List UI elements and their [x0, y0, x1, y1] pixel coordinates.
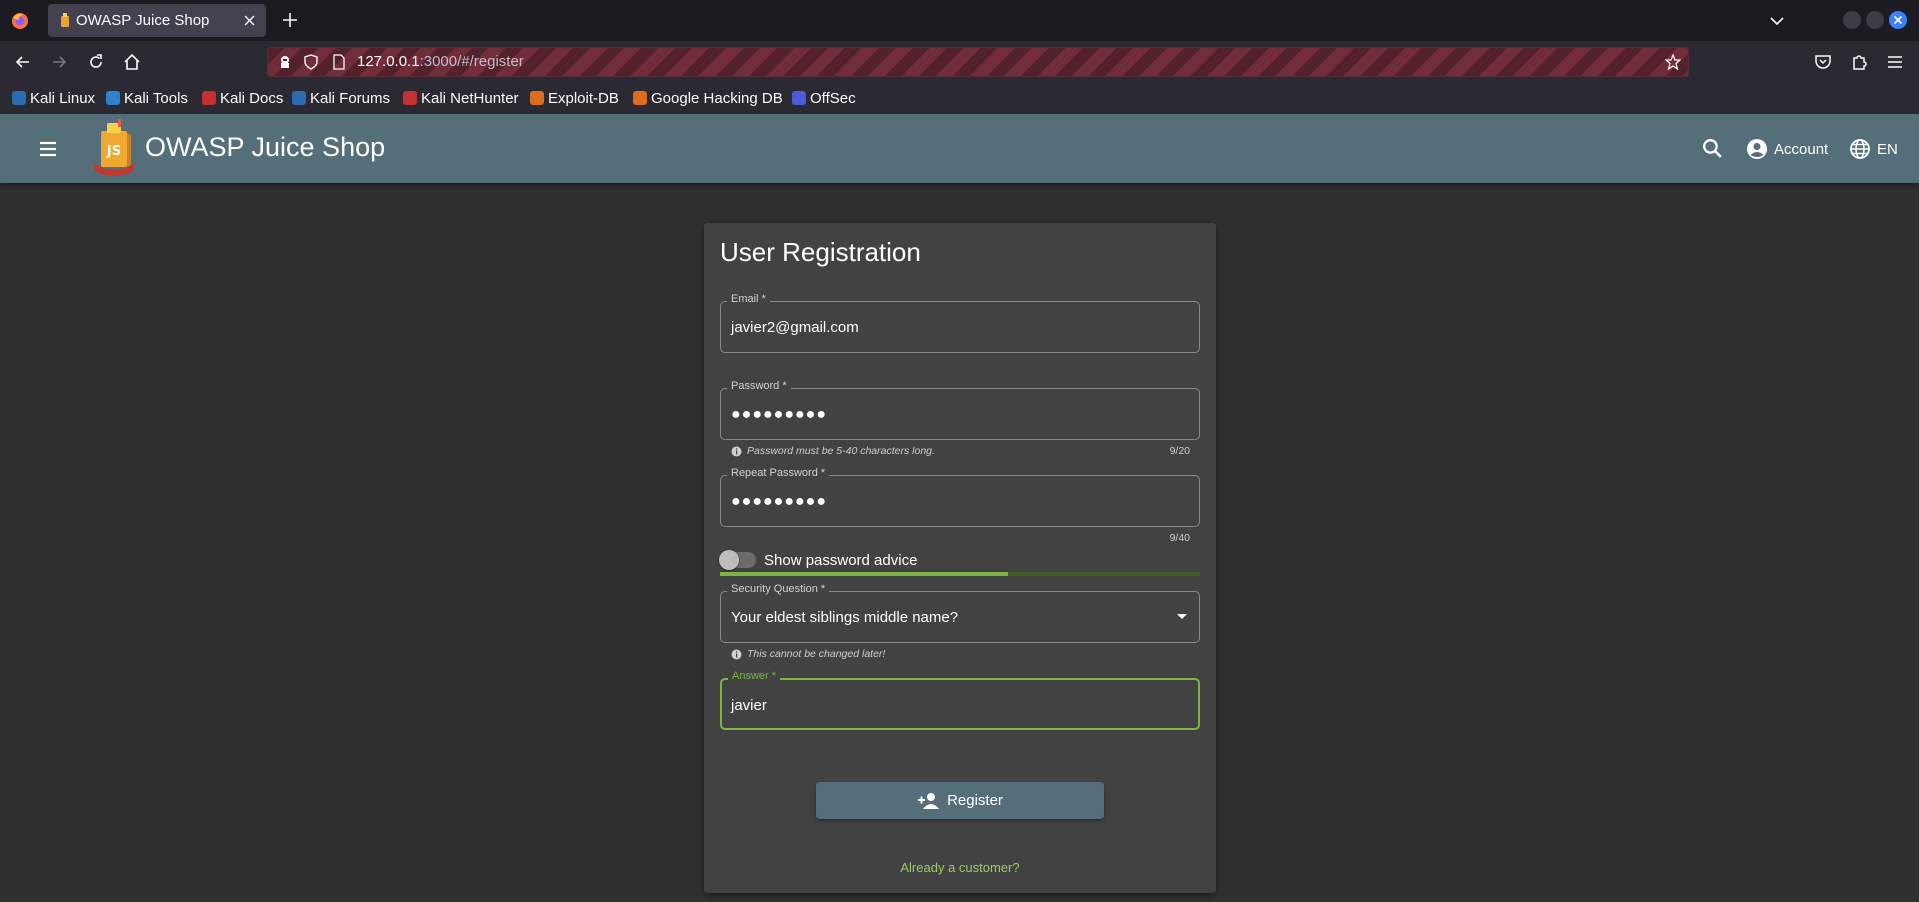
url-host: 127.0.0.1: [357, 53, 420, 70]
remote-control-icon[interactable]: [277, 54, 293, 70]
kali-docs-icon: [202, 91, 216, 105]
security-question-hint: This cannot be changed later!: [731, 648, 885, 660]
bookmark-offsec[interactable]: OffSec: [792, 83, 856, 114]
repeat-password-field[interactable]: Repeat Password * ●●●●●●●●●: [720, 467, 1200, 527]
maximize-window-button[interactable]: [1866, 11, 1884, 29]
password-advice-label[interactable]: Show password advice: [764, 552, 917, 569]
account-button[interactable]: Account: [1746, 134, 1828, 164]
password-hint: Password must be 5-40 characters long.: [731, 445, 935, 457]
language-button[interactable]: EN: [1849, 134, 1898, 164]
home-icon[interactable]: [122, 52, 142, 72]
kali-tools-icon: [106, 91, 120, 105]
close-window-icon: [1893, 15, 1903, 25]
security-question-hint-text: This cannot be changed later!: [747, 648, 886, 660]
url-bar[interactable]: 127.0.0.1:3000/#/register: [267, 47, 1689, 77]
email-value: javier2@gmail.com: [731, 319, 859, 336]
minimize-window-button[interactable]: [1843, 11, 1861, 29]
close-window-button[interactable]: [1889, 11, 1907, 29]
account-label: Account: [1774, 140, 1829, 158]
browser-tab[interactable]: OWASP Juice Shop: [48, 4, 266, 37]
register-label: Register: [947, 792, 1003, 809]
globe-icon: [1850, 139, 1870, 159]
password-hint-text: Password must be 5-40 characters long.: [747, 445, 935, 457]
extensions-icon[interactable]: [1849, 52, 1869, 72]
firefox-icon[interactable]: [11, 12, 29, 30]
browser-tab-bar: OWASP Juice Shop: [0, 0, 1919, 41]
repeat-password-counter: 9/40: [1169, 532, 1190, 544]
bookmark-kali-linux[interactable]: Kali Linux: [12, 83, 95, 114]
svg-text:JS: JS: [106, 144, 121, 159]
shield-icon[interactable]: [303, 54, 319, 70]
password-strength-fill: [720, 572, 1008, 576]
password-value: ●●●●●●●●●: [731, 406, 827, 423]
kali-nethunter-icon: [403, 91, 417, 105]
security-question-value: Your eldest siblings middle name?: [731, 609, 959, 626]
bookmark-kali-tools[interactable]: Kali Tools: [106, 83, 188, 114]
reload-icon[interactable]: [86, 52, 106, 72]
browser-navigation-bar: 127.0.0.1:3000/#/register: [0, 41, 1919, 83]
bookmark-google-hacking-db[interactable]: Google Hacking DB: [633, 83, 783, 114]
kali-forums-icon: [292, 91, 306, 105]
page-icon[interactable]: [331, 54, 347, 70]
repeat-password-value: ●●●●●●●●●: [731, 493, 827, 510]
answer-value: javier: [731, 697, 767, 714]
google-hacking-db-icon: [633, 91, 647, 105]
bookmark-kali-docs[interactable]: Kali Docs: [202, 83, 283, 114]
answer-field[interactable]: Answer * javier: [720, 670, 1200, 730]
exploit-db-icon: [530, 91, 544, 105]
juice-shop-logo[interactable]: JS: [87, 119, 141, 177]
bookmarks-bar: Kali Linux Kali Tools Kali Docs Kali For…: [0, 83, 1919, 114]
email-field[interactable]: Email * javier2@gmail.com: [720, 293, 1200, 353]
info-icon: [731, 446, 742, 456]
list-all-tabs-icon[interactable]: [1768, 12, 1786, 30]
app-toolbar: JS OWASP Juice Shop Account EN: [0, 114, 1919, 183]
security-question-select[interactable]: Security Question * Your eldest siblings…: [720, 583, 1200, 643]
bookmark-kali-forums[interactable]: Kali Forums: [292, 83, 390, 114]
new-tab-icon[interactable]: [281, 11, 299, 29]
app-title[interactable]: OWASP Juice Shop: [145, 114, 385, 181]
account-circle-icon: [1747, 139, 1767, 159]
offsec-icon: [792, 91, 806, 105]
tab-title: OWASP Juice Shop: [76, 12, 210, 29]
password-advice-toggle[interactable]: [719, 550, 756, 570]
forward-icon[interactable]: [49, 52, 69, 72]
registration-card: User Registration Email * javier2@gmail.…: [704, 223, 1216, 893]
juice-shop-favicon-icon: [61, 13, 69, 27]
pocket-icon[interactable]: [1813, 52, 1833, 72]
kali-linux-icon: [12, 91, 26, 105]
back-icon[interactable]: [13, 52, 33, 72]
app-menu-icon[interactable]: [1885, 52, 1905, 72]
bookmark-star-icon[interactable]: [1665, 54, 1681, 70]
info-icon: [731, 649, 742, 659]
page-title: User Registration: [720, 237, 921, 267]
url-text: 127.0.0.1:3000/#/register: [357, 48, 524, 76]
toggle-knob[interactable]: [719, 550, 739, 570]
dropdown-arrow-icon[interactable]: [1177, 614, 1187, 619]
password-strength-bar: [720, 572, 1200, 576]
language-label: EN: [1877, 140, 1898, 158]
password-field[interactable]: Password * ●●●●●●●●●: [720, 380, 1200, 440]
person-add-icon: [918, 792, 940, 809]
already-customer-link[interactable]: Already a customer?: [704, 860, 1216, 875]
menu-icon[interactable]: [34, 135, 62, 163]
password-counter: 9/20: [1169, 445, 1190, 457]
bookmark-exploit-db[interactable]: Exploit-DB: [530, 83, 619, 114]
search-icon[interactable]: [1700, 136, 1725, 161]
register-button[interactable]: Register: [816, 782, 1104, 819]
url-path: :3000/#/register: [419, 53, 524, 70]
bookmark-kali-nethunter[interactable]: Kali NetHunter: [403, 83, 519, 114]
close-tab-icon[interactable]: [242, 13, 257, 28]
